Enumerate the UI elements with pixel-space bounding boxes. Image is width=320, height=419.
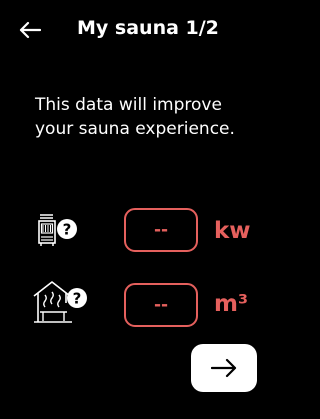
power-input[interactable]: -- <box>124 208 198 252</box>
svg-text:?: ? <box>73 290 82 308</box>
sauna-setup-screen: My sauna 1/2 This data will improve your… <box>0 0 283 419</box>
arrow-left-icon <box>19 21 41 39</box>
heater-help-icon[interactable]: ? <box>34 209 84 253</box>
volume-unit: m³ <box>214 291 249 317</box>
next-button[interactable] <box>191 344 257 392</box>
page-title: My sauna 1/2 <box>77 17 219 39</box>
volume-input[interactable]: -- <box>124 283 198 327</box>
intro-text: This data will improve your sauna experi… <box>35 95 235 139</box>
arrow-right-icon <box>211 358 237 378</box>
power-unit: kw <box>214 218 251 244</box>
svg-text:?: ? <box>63 221 72 239</box>
back-button[interactable] <box>16 16 44 44</box>
sauna-room-help-icon[interactable]: ? <box>31 279 91 329</box>
